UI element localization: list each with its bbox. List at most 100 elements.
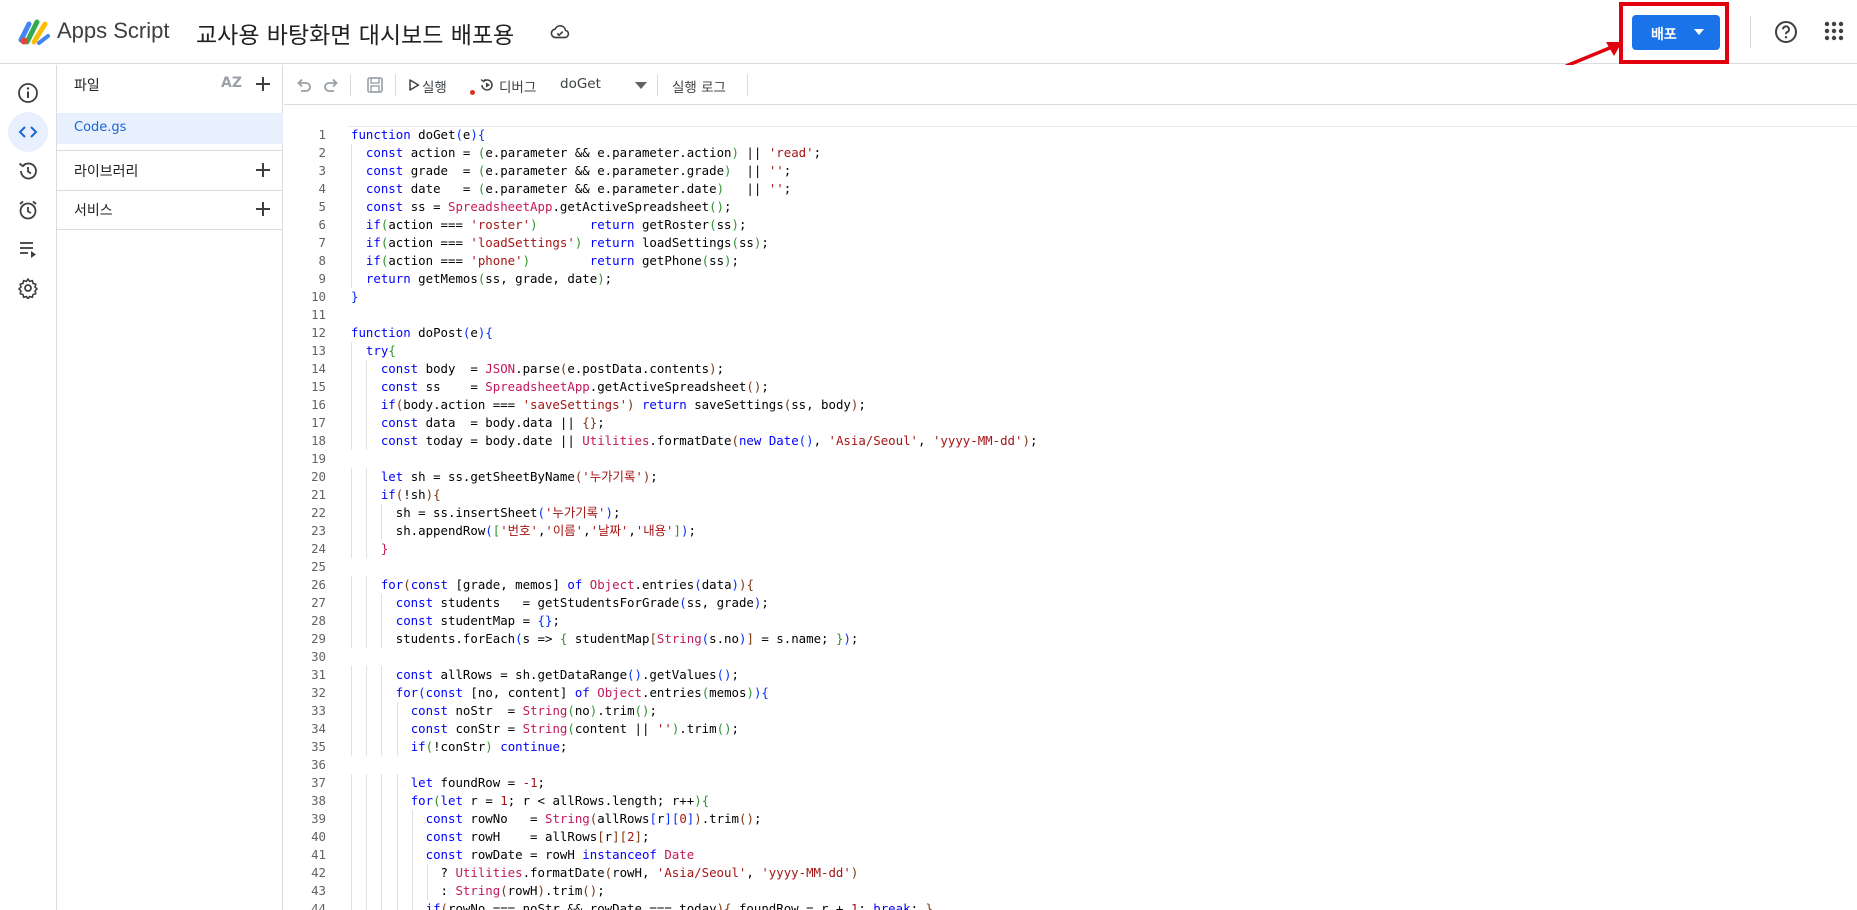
add-service-icon[interactable] bbox=[254, 200, 272, 218]
line-number: 13 bbox=[311, 343, 326, 358]
code-line[interactable]: 22 sh = ss.insertSheet('누가기록'); bbox=[284, 504, 1857, 522]
code-line[interactable]: 6 if(action === 'roster') return getRost… bbox=[284, 216, 1857, 234]
sort-az-icon[interactable]: AZ bbox=[221, 75, 242, 91]
code-line[interactable]: 34 const conStr = String(content || '').… bbox=[284, 720, 1857, 738]
code-line[interactable]: 18 const today = body.date || Utilities.… bbox=[284, 432, 1857, 450]
line-number: 40 bbox=[311, 829, 326, 844]
code-line[interactable]: 1 function doGet(e){ bbox=[284, 126, 1857, 144]
files-header: 파일 AZ bbox=[57, 65, 283, 103]
unsaved-indicator bbox=[470, 90, 475, 95]
help-icon[interactable] bbox=[1773, 19, 1799, 45]
code-line[interactable]: 29 students.forEach(s => { studentMap[St… bbox=[284, 630, 1857, 648]
code-line[interactable]: 20 let sh = ss.getSheetByName('누가기록'); bbox=[284, 468, 1857, 486]
services-header[interactable]: 서비스 bbox=[57, 190, 283, 228]
line-number: 5 bbox=[318, 199, 326, 214]
code-text: const ss = SpreadsheetApp.getActiveSprea… bbox=[380, 379, 769, 394]
code-line[interactable]: 25 bbox=[284, 558, 1857, 576]
line-number: 1 bbox=[318, 127, 326, 142]
code-text: function doGet(e){ bbox=[351, 127, 486, 142]
undo-icon[interactable] bbox=[294, 75, 314, 95]
debug-icon bbox=[480, 78, 493, 91]
code-line[interactable]: 24 } bbox=[284, 540, 1857, 558]
code-line[interactable]: 40 const rowH = allRows[r][2]; bbox=[284, 828, 1857, 846]
code-text: const noStr = String(no).trim(); bbox=[410, 703, 657, 718]
code-line[interactable]: 43 : String(rowH).trim(); bbox=[284, 882, 1857, 900]
code-lines[interactable]: 1 function doGet(e){ 2 const action = (e.p… bbox=[284, 126, 1857, 910]
code-line[interactable]: 14 const body = JSON.parse(e.postData.co… bbox=[284, 360, 1857, 378]
code-line[interactable]: 8 if(action === 'phone') return getPhone… bbox=[284, 252, 1857, 270]
project-title[interactable]: 교사용 바탕화면 대시보드 배포용 bbox=[196, 16, 514, 50]
code-text: for(const [no, content] of Object.entrie… bbox=[395, 685, 769, 700]
code-text: let foundRow = -1; bbox=[410, 775, 545, 790]
code-line[interactable]: 13 try{ bbox=[284, 342, 1857, 360]
code-line[interactable]: 30 bbox=[284, 648, 1857, 666]
line-number: 3 bbox=[318, 163, 326, 178]
code-text: if(!conStr) continue; bbox=[410, 739, 568, 754]
run-button[interactable]: 실행 bbox=[404, 65, 466, 105]
top-bar: Apps Script 교사용 바탕화면 대시보드 배포용 배포 bbox=[0, 0, 1857, 68]
line-number: 29 bbox=[311, 631, 326, 646]
code-line[interactable]: 19 bbox=[284, 450, 1857, 468]
overview-button[interactable] bbox=[8, 73, 48, 113]
file-item-code-gs[interactable]: Code.gs bbox=[57, 113, 283, 144]
code-line[interactable]: 31 const allRows = sh.getDataRange().get… bbox=[284, 666, 1857, 684]
code-text: ? Utilities.formatDate(rowH, 'Asia/Seoul… bbox=[351, 865, 859, 880]
code-line[interactable]: 35 if(!conStr) continue; bbox=[284, 738, 1857, 756]
toolbar-separator bbox=[350, 74, 351, 96]
line-number: 26 bbox=[311, 577, 326, 592]
code-line[interactable]: 36 bbox=[284, 756, 1857, 774]
code-text: const rowDate = rowH instanceof Date bbox=[425, 847, 695, 862]
files-panel: 파일 AZ Code.gs 라이브러리 서비스 bbox=[57, 65, 283, 910]
add-library-icon[interactable] bbox=[254, 161, 272, 179]
code-line[interactable]: 41 const rowDate = rowH instanceof Date bbox=[284, 846, 1857, 864]
code-line[interactable]: 44 if(rowNo === noStr && rowDate === tod… bbox=[284, 900, 1857, 910]
code-line[interactable]: 9 return getMemos(ss, grade, date); bbox=[284, 270, 1857, 288]
code-line[interactable]: 7 if(action === 'loadSettings') return l… bbox=[284, 234, 1857, 252]
apps-grid-icon[interactable] bbox=[1824, 21, 1844, 41]
code-editor[interactable]: 1 function doGet(e){ 2 const action = (e.p… bbox=[284, 106, 1857, 910]
history-button[interactable] bbox=[8, 151, 48, 191]
editor-button[interactable] bbox=[8, 112, 48, 152]
line-number: 41 bbox=[311, 847, 326, 862]
code-line[interactable]: 23 sh.appendRow(['번호','이름','날짜','내용']); bbox=[284, 522, 1857, 540]
settings-button[interactable] bbox=[8, 268, 48, 308]
executions-button[interactable] bbox=[8, 229, 48, 269]
chevron-down-icon[interactable] bbox=[635, 82, 647, 89]
redo-icon[interactable] bbox=[321, 75, 341, 95]
code-line[interactable]: 33 const noStr = String(no).trim(); bbox=[284, 702, 1857, 720]
code-line[interactable]: 42 ? Utilities.formatDate(rowH, 'Asia/Se… bbox=[284, 864, 1857, 882]
add-file-icon[interactable] bbox=[254, 75, 272, 93]
code-line[interactable]: 10} bbox=[284, 288, 1857, 306]
code-line[interactable]: 3 const grade = (e.parameter && e.parame… bbox=[284, 162, 1857, 180]
code-line[interactable]: 27 const students = getStudentsForGrade(… bbox=[284, 594, 1857, 612]
execution-log-button[interactable]: 실행 로그 bbox=[668, 65, 738, 105]
code-line[interactable]: 28 const studentMap = {}; bbox=[284, 612, 1857, 630]
code-line[interactable]: 37 let foundRow = -1; bbox=[284, 774, 1857, 792]
code-text: } bbox=[380, 541, 389, 556]
code-line[interactable]: 21 if(!sh){ bbox=[284, 486, 1857, 504]
triggers-button[interactable] bbox=[8, 190, 48, 230]
line-number: 18 bbox=[311, 433, 326, 448]
code-line[interactable]: 12 function doPost(e){ bbox=[284, 324, 1857, 342]
code-line[interactable]: 39 const rowNo = String(allRows[r][0]).t… bbox=[284, 810, 1857, 828]
libraries-header[interactable]: 라이브러리 bbox=[57, 151, 283, 189]
code-line[interactable]: 4 const date = (e.parameter && e.paramet… bbox=[284, 180, 1857, 198]
code-line[interactable]: 32 for(const [no, content] of Object.ent… bbox=[284, 684, 1857, 702]
code-line[interactable]: 17 const data = body.data || {}; bbox=[284, 414, 1857, 432]
services-label: 서비스 bbox=[74, 203, 113, 219]
app-name[interactable]: Apps Script bbox=[57, 18, 170, 44]
line-number: 9 bbox=[318, 271, 326, 286]
code-line[interactable]: 38 for(let r = 1; r < allRows.length; r+… bbox=[284, 792, 1857, 810]
code-line[interactable]: 15 const ss = SpreadsheetApp.getActiveSp… bbox=[284, 378, 1857, 396]
code-line[interactable]: 2 const action = (e.parameter && e.param… bbox=[284, 144, 1857, 162]
debug-button[interactable]: 디버그 bbox=[479, 65, 549, 105]
line-number: 7 bbox=[318, 235, 326, 250]
code-line[interactable]: 26 for(const [grade, memos] of Object.en… bbox=[284, 576, 1857, 594]
save-icon[interactable] bbox=[365, 75, 385, 95]
code-text: let sh = ss.getSheetByName('누가기록'); bbox=[380, 469, 658, 484]
code-line[interactable]: 5 const ss = SpreadsheetApp.getActiveSpr… bbox=[284, 198, 1857, 216]
code-line[interactable]: 11 bbox=[284, 306, 1857, 324]
apps-script-logo-icon[interactable] bbox=[18, 18, 50, 46]
code-text: if(action === 'phone') return getPhone(s… bbox=[365, 253, 739, 268]
code-line[interactable]: 16 if(body.action === 'saveSettings') re… bbox=[284, 396, 1857, 414]
